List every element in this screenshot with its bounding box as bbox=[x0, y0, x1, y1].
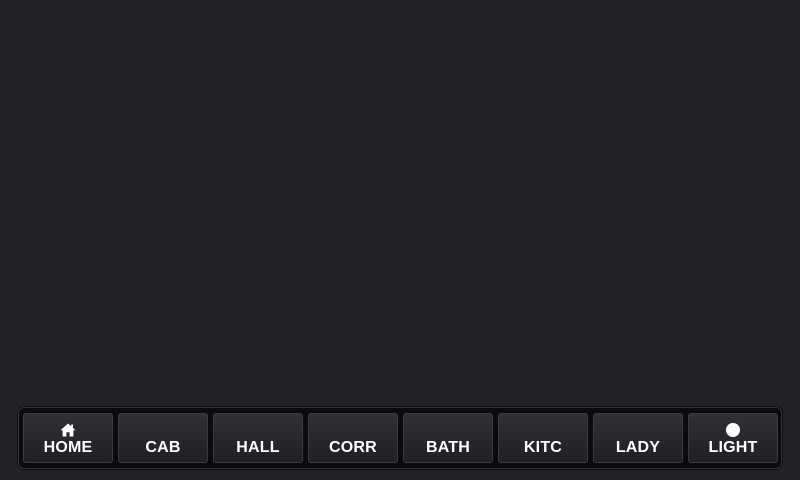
nav-button-label: LADY bbox=[615, 439, 661, 456]
nav-button-cab[interactable]: CAB bbox=[118, 413, 208, 463]
nav-button-label: CORR bbox=[329, 439, 377, 456]
content-area bbox=[0, 0, 800, 404]
nav-button-light[interactable]: LIGHT bbox=[688, 413, 778, 463]
nav-button-bath[interactable]: BATH bbox=[403, 413, 493, 463]
nav-button-label: HOME bbox=[43, 439, 93, 456]
nav-button-hall[interactable]: HALL bbox=[213, 413, 303, 463]
nav-button-label: KITC bbox=[523, 439, 563, 456]
nav-button-lady[interactable]: LADY bbox=[593, 413, 683, 463]
nav-button-home[interactable]: HOME bbox=[23, 413, 113, 463]
nav-button-corr[interactable]: CORR bbox=[308, 413, 398, 463]
nav-button-kitc[interactable]: KITC bbox=[498, 413, 588, 463]
nav-button-label: CAB bbox=[145, 439, 181, 456]
nav-button-label: BATH bbox=[425, 439, 471, 456]
nav-button-label: HALL bbox=[236, 439, 280, 456]
bottom-nav-bar: HOME CAB HALL CORR BATH KITC LADY LIGHT bbox=[18, 407, 782, 469]
screen: HOME CAB HALL CORR BATH KITC LADY LIGHT bbox=[0, 0, 800, 480]
nav-button-label: LIGHT bbox=[708, 439, 758, 456]
circle-icon bbox=[726, 423, 740, 437]
